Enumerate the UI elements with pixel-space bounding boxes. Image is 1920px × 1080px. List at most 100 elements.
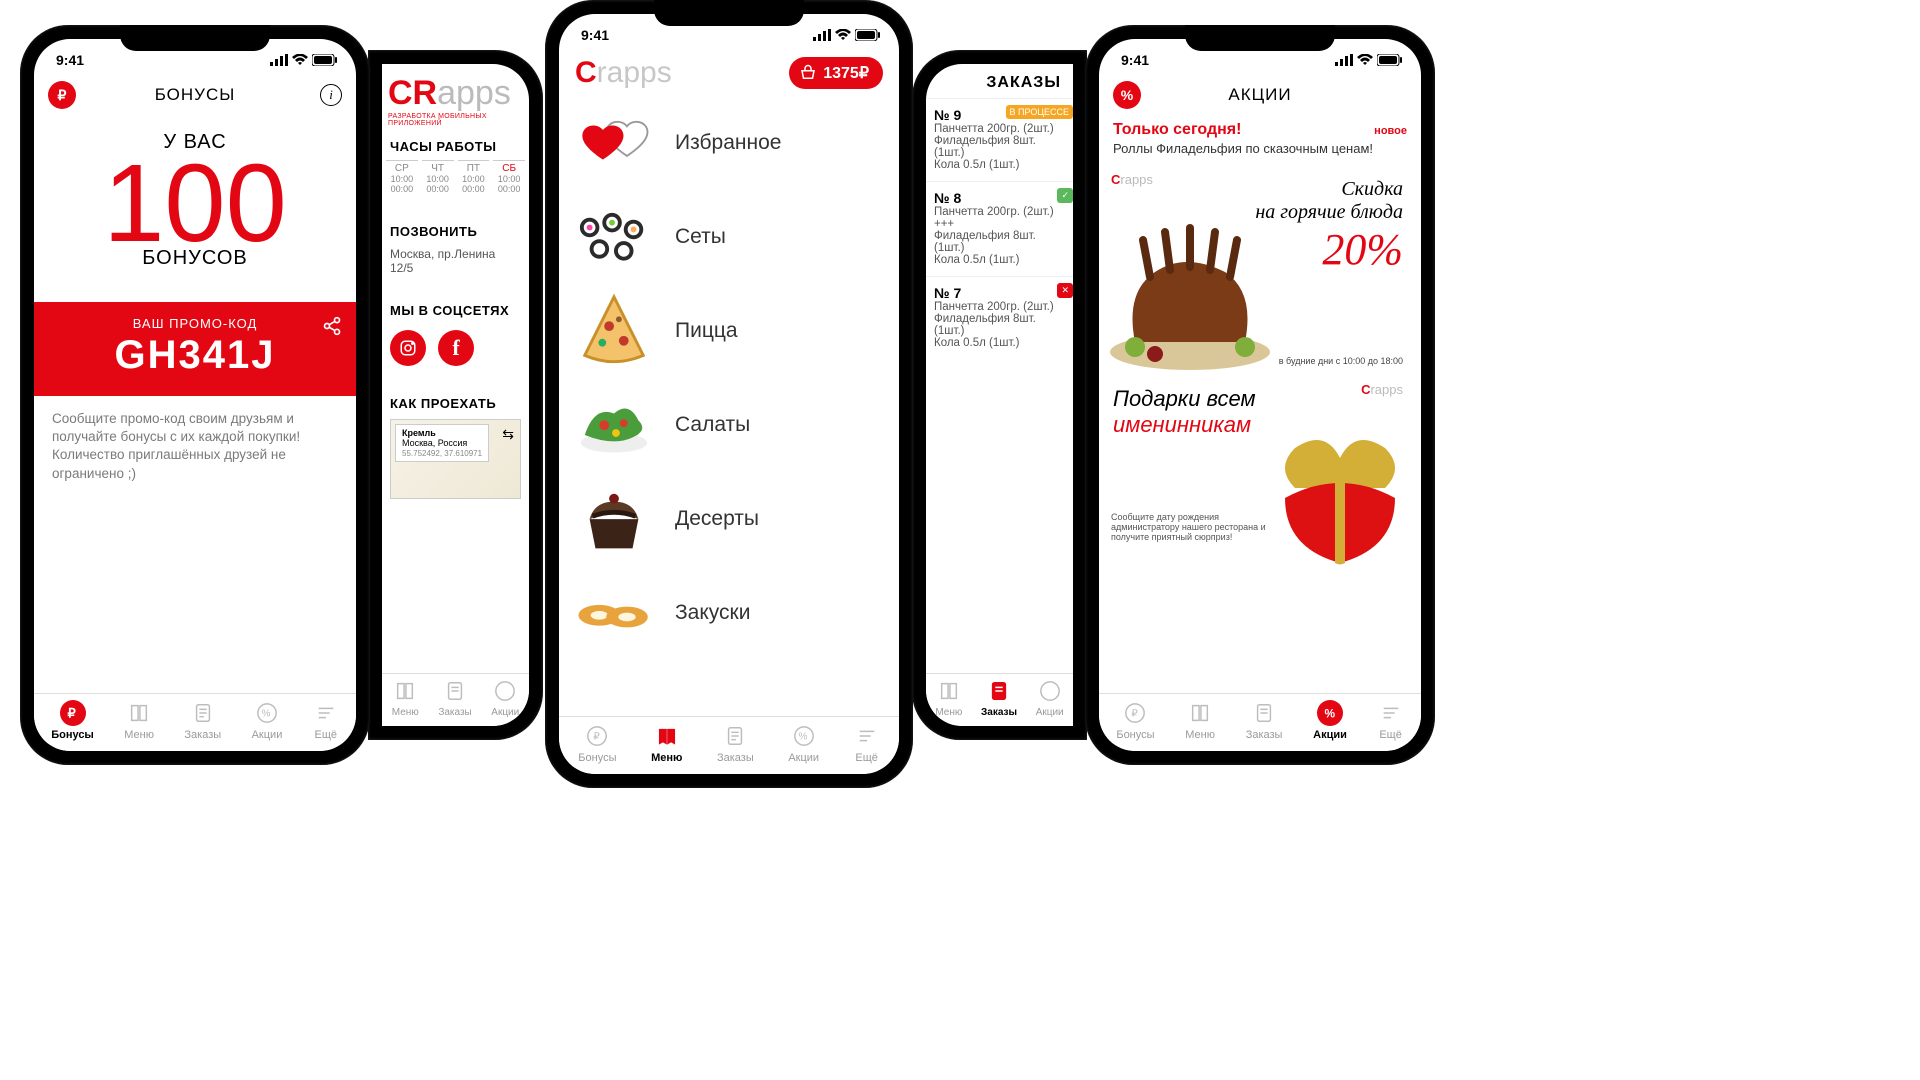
- menu-item-pizza[interactable]: Пицца: [575, 286, 883, 376]
- section-social: МЫ В СОЦСЕТЯХ: [382, 299, 529, 322]
- tab-promo[interactable]: %Акции: [1313, 700, 1347, 741]
- basket-icon: [799, 64, 817, 82]
- menu-label: Избранное: [675, 131, 781, 155]
- map-widget[interactable]: Кремль Москва, Россия 55.752492, 37.6109…: [390, 419, 521, 499]
- tab-promo[interactable]: % Акции: [788, 723, 819, 764]
- tab-more[interactable]: Ещё: [1378, 700, 1404, 741]
- page-title: АКЦИИ: [1099, 85, 1421, 105]
- tab-label: Ещё: [1379, 729, 1402, 741]
- menu-list: Избранное Сеты Пицца Салаты: [559, 92, 899, 662]
- tab-menu[interactable]: Меню: [935, 678, 962, 718]
- status-badge: ✕: [1057, 283, 1073, 298]
- day-label: СБ: [502, 163, 516, 174]
- orders-icon: [1251, 700, 1277, 726]
- promo-banner: ВАШ ПРОМО-КОД GH341J: [34, 302, 356, 396]
- heart-icon: [575, 104, 653, 182]
- order-line: Филадельфия 8шт. (1шт.): [934, 230, 1065, 254]
- notch: [120, 25, 270, 51]
- order-line: Панчетта 200гр. (2шт.): [934, 123, 1065, 135]
- promo-card-discount[interactable]: Crapps Скидка на горячие блюда 20% в буд…: [1111, 172, 1409, 372]
- share-icon[interactable]: [322, 316, 342, 341]
- tab-promo[interactable]: % Акции: [252, 700, 283, 741]
- tab-bonus[interactable]: ₽ Бонусы: [51, 700, 94, 741]
- card-fine-print: в будние дни с 10:00 до 18:00: [1279, 356, 1403, 366]
- tab-label: Акции: [252, 729, 283, 741]
- orders-icon: [190, 700, 216, 726]
- tab-menu[interactable]: Меню: [651, 723, 682, 764]
- battery-icon: [855, 29, 881, 41]
- tab-menu[interactable]: Меню: [124, 700, 154, 741]
- ruble-icon: ₽: [1122, 700, 1148, 726]
- card-note: Сообщите дату рождения администратору на…: [1111, 512, 1271, 542]
- menu-item-desserts[interactable]: Десерты: [575, 474, 883, 564]
- tab-orders[interactable]: Заказы: [438, 678, 471, 718]
- phone-bonuses: 9:41 ₽ БОНУСЫ i У ВАС 100 БОНУСОВ ВАШ ПР…: [20, 25, 370, 765]
- tab-promo[interactable]: Акции: [1036, 678, 1064, 718]
- order-line: Филадельфия 8шт. (1шт.): [934, 135, 1065, 159]
- order-number: № 7: [934, 285, 1065, 301]
- wifi-icon: [292, 54, 308, 66]
- status-time: 9:41: [581, 27, 609, 43]
- tab-more[interactable]: Ещё: [854, 723, 880, 764]
- menu-item-favorites[interactable]: Избранное: [575, 98, 883, 188]
- section-map: КАК ПРОЕХАТЬ: [382, 392, 529, 415]
- tab-menu[interactable]: Меню: [392, 678, 419, 718]
- facebook-icon[interactable]: f: [438, 330, 474, 366]
- promo-label: ВАШ ПРОМО-КОД: [44, 316, 346, 331]
- tab-orders[interactable]: Заказы: [184, 700, 221, 741]
- menu-label: Салаты: [675, 413, 750, 437]
- tab-label: Акции: [788, 752, 819, 764]
- banner-title: Только сегодня!: [1113, 121, 1241, 139]
- order-row[interactable]: ✓ № 8 Панчетта 200гр. (2шт.) +++ Филадел…: [926, 181, 1073, 276]
- tab-promo[interactable]: Акции: [491, 678, 519, 718]
- orders-icon: [442, 678, 468, 704]
- tab-menu[interactable]: Меню: [1185, 700, 1215, 741]
- salad-icon: [575, 386, 653, 464]
- promo-card-birthday[interactable]: Crapps Подарки всем именинникам Сообщите…: [1111, 382, 1409, 562]
- menu-item-snacks[interactable]: Закуски: [575, 568, 883, 658]
- tab-bonus[interactable]: ₽Бонусы: [1116, 700, 1154, 741]
- more-icon: [854, 723, 880, 749]
- tab-orders[interactable]: Заказы: [1246, 700, 1283, 741]
- tab-label: Меню: [124, 729, 154, 741]
- route-icon[interactable]: ⇆: [502, 426, 514, 443]
- notch: [654, 0, 804, 26]
- notch: [1185, 25, 1335, 51]
- wifi-icon: [835, 29, 851, 41]
- day-label: СР: [395, 163, 409, 174]
- map-coords: 55.752492, 37.610971: [402, 449, 482, 458]
- pizza-icon: [575, 292, 653, 370]
- order-row[interactable]: В ПРОЦЕССЕ № 9 Панчетта 200гр. (2шт.) Фи…: [926, 98, 1073, 181]
- percent-icon: [492, 678, 518, 704]
- battery-icon: [312, 54, 338, 66]
- instagram-icon[interactable]: [390, 330, 426, 366]
- tab-orders[interactable]: Заказы: [717, 723, 754, 764]
- card-line1: Скидка: [1255, 178, 1403, 201]
- tab-more[interactable]: Ещё: [313, 700, 339, 741]
- tab-bar: Меню Заказы Акции: [382, 673, 529, 726]
- order-row[interactable]: ✕ № 7 Панчетта 200гр. (2шт.) Филадельфия…: [926, 276, 1073, 359]
- tab-orders[interactable]: Заказы: [981, 678, 1017, 718]
- menu-item-salads[interactable]: Салаты: [575, 380, 883, 470]
- logo-subtitle: РАЗРАБОТКА МОБИЛЬНЫХ ПРИЛОЖЕНИЙ: [388, 113, 523, 127]
- cart-button[interactable]: 1375₽: [789, 57, 883, 89]
- battery-icon: [1377, 54, 1403, 66]
- order-line: Кола 0.5л (1шт.): [934, 254, 1065, 266]
- svg-text:₽: ₽: [1132, 709, 1139, 720]
- status-badge: ✓: [1057, 188, 1073, 203]
- menu-label: Пицца: [675, 319, 738, 343]
- more-icon: [1378, 700, 1404, 726]
- card-percent: 20%: [1255, 224, 1403, 275]
- tab-label: Ещё: [315, 729, 338, 741]
- section-call[interactable]: ПОЗВОНИТЬ: [382, 220, 529, 243]
- percent-icon: %: [254, 700, 280, 726]
- more-icon: [313, 700, 339, 726]
- menu-item-sets[interactable]: Сеты: [575, 192, 883, 282]
- promo-banner[interactable]: Только сегодня! новое Роллы Филадельфия …: [1099, 115, 1421, 162]
- svg-text:%: %: [798, 732, 807, 743]
- logo-grey: apps: [437, 74, 511, 112]
- header: % АКЦИИ: [1099, 75, 1421, 115]
- tab-bonus[interactable]: ₽Бонусы: [578, 723, 616, 764]
- card-line2: именинникам: [1113, 412, 1251, 437]
- promo-description: Сообщите промо-код своим друзьям и получ…: [34, 396, 356, 497]
